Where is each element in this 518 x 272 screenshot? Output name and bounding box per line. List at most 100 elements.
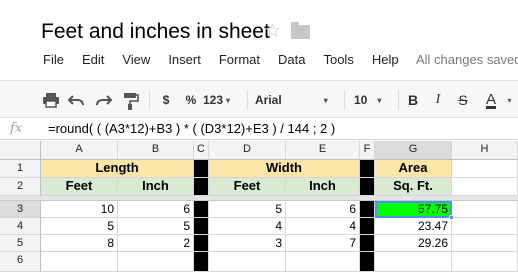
area-cell[interactable]: 23.47: [375, 218, 452, 235]
length-feet-cell[interactable]: 10: [41, 201, 118, 218]
select-all-corner[interactable]: [0, 141, 41, 160]
font-family-select[interactable]: Arial ▾: [255, 90, 337, 110]
separator-cell[interactable]: [194, 201, 209, 218]
width-feet-cell[interactable]: 3: [209, 235, 286, 252]
grid-cell[interactable]: [209, 252, 286, 272]
grid-cell[interactable]: [286, 252, 360, 272]
separator-cell[interactable]: [194, 252, 209, 272]
separator-cell[interactable]: [360, 178, 375, 196]
toolbar-divider: [149, 90, 150, 110]
star-icon[interactable]: ☆: [264, 20, 281, 44]
width-inch-cell[interactable]: 7: [286, 235, 360, 252]
menu-insert[interactable]: Insert: [168, 52, 201, 70]
column-header-g[interactable]: G: [375, 141, 452, 160]
folder-icon[interactable]: [291, 22, 310, 39]
separator-cell[interactable]: [194, 178, 209, 196]
toolbar-divider: [398, 90, 399, 110]
toolbar-divider: [344, 90, 345, 110]
length-inch-header[interactable]: Inch: [118, 178, 194, 196]
separator-cell[interactable]: [194, 218, 209, 235]
length-inch-cell[interactable]: 5: [118, 218, 194, 235]
separator-cell[interactable]: [360, 235, 375, 252]
menu-data[interactable]: Data: [278, 52, 305, 70]
grid-cell[interactable]: [452, 160, 518, 178]
area-cell-selected[interactable]: 57.75: [375, 201, 452, 218]
formula-bar: fx =round( ( (A3*12)+B3 ) * ( (D3*12)+E3…: [0, 119, 518, 140]
percent-format-button[interactable]: %: [183, 90, 199, 110]
grid-cell[interactable]: [118, 252, 194, 272]
width-feet-header[interactable]: Feet: [209, 178, 286, 196]
strikethrough-button[interactable]: S: [455, 90, 471, 110]
currency-format-button[interactable]: $: [158, 90, 174, 110]
more-formats-label: 123: [203, 93, 224, 107]
length-header[interactable]: Length: [41, 160, 194, 178]
fill-handle[interactable]: [449, 215, 454, 220]
width-inch-cell[interactable]: 4: [286, 218, 360, 235]
area-cell[interactable]: 29.26: [375, 235, 452, 252]
menu-edit[interactable]: Edit: [82, 52, 104, 70]
row-header-3[interactable]: 3: [0, 201, 41, 218]
chevron-down-icon[interactable]: ▾: [503, 90, 513, 110]
separator-cell[interactable]: [194, 235, 209, 252]
menu-format[interactable]: Format: [219, 52, 260, 70]
separator-cell[interactable]: [360, 218, 375, 235]
redo-icon[interactable]: [95, 90, 115, 110]
font-size-select[interactable]: 10 ▾: [354, 90, 390, 110]
toolbar: $ % 123 ▾ Arial ▾ 10 ▾ B I S A ▾: [0, 80, 518, 118]
font-size-value: 10: [354, 93, 368, 107]
column-header-f[interactable]: F: [360, 141, 375, 160]
chevron-down-icon: ▾: [377, 95, 382, 105]
italic-button[interactable]: I: [430, 90, 446, 110]
row-header-5[interactable]: 5: [0, 235, 41, 252]
length-feet-cell[interactable]: 5: [41, 218, 118, 235]
length-feet-cell[interactable]: 8: [41, 235, 118, 252]
print-icon[interactable]: [42, 90, 62, 110]
width-header[interactable]: Width: [209, 160, 360, 178]
area-sqft-header[interactable]: Sq. Ft.: [375, 178, 452, 196]
width-inch-header[interactable]: Inch: [286, 178, 360, 196]
width-feet-cell[interactable]: 5: [209, 201, 286, 218]
formula-input[interactable]: =round( ( (A3*12)+B3 ) * ( (D3*12)+E3 ) …: [48, 121, 335, 136]
document-title[interactable]: Feet and inches in sheet: [41, 20, 270, 44]
area-header[interactable]: Area: [375, 160, 452, 178]
grid-cell[interactable]: [375, 252, 452, 272]
row-header-1[interactable]: 1: [0, 160, 41, 178]
grid-cell[interactable]: [452, 178, 518, 196]
column-header-a[interactable]: A: [41, 141, 118, 160]
length-inch-cell[interactable]: 6: [118, 201, 194, 218]
grid-cell[interactable]: [452, 201, 518, 218]
grid-cell[interactable]: [41, 252, 118, 272]
grid-cell[interactable]: [452, 235, 518, 252]
column-header-c[interactable]: C: [194, 141, 209, 160]
width-feet-cell[interactable]: 4: [209, 218, 286, 235]
font-family-value: Arial: [255, 93, 282, 107]
row-header-6[interactable]: 6: [0, 252, 41, 272]
more-formats-button[interactable]: 123 ▾: [203, 90, 239, 110]
column-header-b[interactable]: B: [118, 141, 194, 160]
menu-file[interactable]: File: [43, 52, 64, 70]
length-feet-header[interactable]: Feet: [41, 178, 118, 196]
menu-tools[interactable]: Tools: [323, 52, 353, 70]
fx-icon: fx: [10, 121, 23, 136]
paint-format-icon[interactable]: [121, 90, 141, 110]
bold-button[interactable]: B: [405, 90, 421, 110]
separator-cell[interactable]: [360, 252, 375, 272]
column-header-h[interactable]: H: [452, 141, 518, 160]
length-inch-cell[interactable]: 2: [118, 235, 194, 252]
menu-view[interactable]: View: [122, 52, 150, 70]
text-color-button[interactable]: A: [480, 90, 502, 110]
column-header-e[interactable]: E: [286, 141, 360, 160]
undo-icon[interactable]: [67, 90, 87, 110]
separator-cell[interactable]: [360, 201, 375, 218]
row-header-2[interactable]: 2: [0, 178, 41, 196]
separator-cell[interactable]: [360, 160, 375, 178]
grid-cell[interactable]: [452, 218, 518, 235]
chevron-down-icon: ▾: [323, 95, 328, 105]
separator-cell[interactable]: [194, 160, 209, 178]
column-header-d[interactable]: D: [209, 141, 286, 160]
grid-cell[interactable]: [452, 252, 518, 272]
menu-help[interactable]: Help: [372, 52, 399, 70]
width-inch-cell[interactable]: 6: [286, 201, 360, 218]
row-header-4[interactable]: 4: [0, 218, 41, 235]
chevron-down-icon: ▾: [226, 95, 231, 105]
